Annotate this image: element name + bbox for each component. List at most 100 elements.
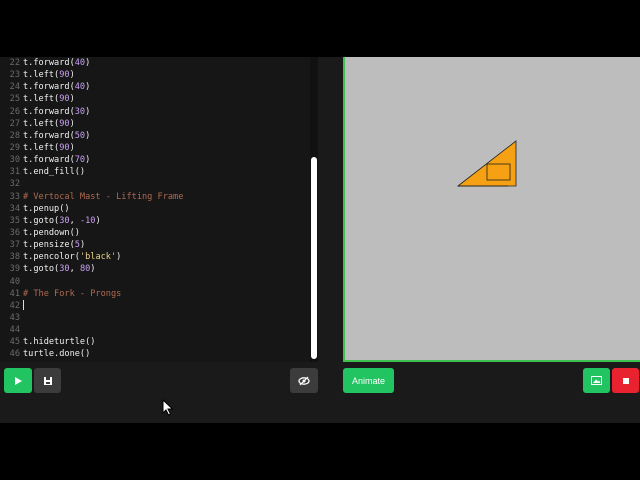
code-token: t.forward( — [23, 106, 75, 117]
line-number: 43 — [9, 312, 20, 323]
image-icon — [591, 376, 602, 385]
line-number: 37 — [9, 240, 20, 251]
code-line[interactable]: 24 t.forward(40) — [0, 81, 310, 93]
line-number: 38 — [9, 252, 20, 263]
code-line[interactable]: 28 t.forward(50) — [0, 130, 310, 142]
code-line[interactable]: 45 t.hideturtle() — [0, 336, 310, 348]
line-number: 26 — [9, 106, 20, 117]
export-image-button[interactable] — [583, 368, 610, 393]
toggle-view-button[interactable] — [290, 368, 318, 393]
code-token: ) — [85, 58, 91, 68]
code-token: ) — [69, 142, 75, 153]
code-token: # Vertocal Mast - Lifting Frame — [23, 191, 184, 202]
code-token: t.left( — [23, 142, 60, 153]
code-token: ) — [69, 94, 75, 105]
code-token: 30 — [59, 215, 70, 226]
line-number: 33 — [9, 191, 20, 202]
code-token: t.forward( — [23, 155, 75, 166]
code-line[interactable]: 25 t.left(90) — [0, 93, 310, 105]
code-line[interactable]: 26 t.forward(30) — [0, 106, 310, 118]
code-token: ) — [116, 252, 122, 263]
code-line[interactable]: 27 t.left(90) — [0, 118, 310, 130]
code-token: t.goto( — [23, 264, 60, 275]
line-number: 39 — [9, 264, 20, 275]
code-token: -10 — [79, 215, 96, 226]
text-cursor — [23, 300, 24, 311]
code-token: 'black' — [79, 252, 117, 263]
mouse-pointer-icon — [162, 399, 174, 416]
code-token: , — [69, 264, 80, 275]
code-token: 70 — [74, 155, 86, 166]
animate-button[interactable]: Animate — [343, 368, 394, 393]
line-number: 29 — [9, 142, 20, 153]
code-token: 90 — [59, 94, 70, 105]
code-line[interactable]: 22 t.forward(40) — [0, 57, 310, 69]
code-line[interactable]: 33 # Vertocal Mast - Lifting Frame — [0, 191, 310, 203]
code-line[interactable]: 44 — [0, 324, 310, 336]
line-number: 41 — [9, 288, 20, 299]
line-number: 45 — [9, 337, 20, 348]
code-line[interactable]: 35 t.goto(30, -10) — [0, 215, 310, 227]
code-line[interactable]: 23 t.left(90) — [0, 69, 310, 81]
code-token: t.forward( — [23, 58, 75, 68]
code-token: t.penup() — [23, 203, 70, 214]
code-token: t.pencolor( — [23, 252, 80, 263]
code-line[interactable]: 40 — [0, 276, 310, 288]
code-line[interactable]: 41 # The Fork - Prongs — [0, 288, 310, 300]
code-line[interactable]: 34 t.penup() — [0, 203, 310, 215]
code-token: ) — [85, 130, 91, 141]
code-token: 50 — [74, 130, 86, 141]
code-token: ) — [95, 215, 101, 226]
code-editor[interactable]: 22 t.forward(40) 23 t.left(90) 24 t.forward(4… — [0, 57, 310, 362]
code-token: 40 — [74, 58, 86, 68]
code-token: 90 — [59, 118, 70, 129]
line-number: 25 — [9, 94, 20, 105]
line-number: 46 — [9, 349, 20, 360]
line-number: 23 — [9, 70, 20, 81]
code-token: turtle.done() — [23, 349, 91, 360]
code-token: 90 — [59, 142, 70, 153]
line-number: 32 — [9, 179, 20, 190]
code-token: ) — [69, 70, 75, 81]
code-token: ) — [79, 240, 86, 251]
code-line[interactable]: 42 — [0, 300, 310, 312]
editor-scrollbar[interactable] — [310, 57, 318, 362]
code-line[interactable]: 36 t.pendown() — [0, 227, 310, 239]
line-number: 35 — [9, 215, 20, 226]
code-line[interactable]: 30 t.forward(70) — [0, 154, 310, 166]
line-number: 22 — [9, 58, 20, 68]
line-number: 44 — [9, 325, 20, 336]
line-number: 27 — [9, 118, 20, 129]
code-line[interactable]: 32 — [0, 178, 310, 190]
code-line[interactable]: 43 — [0, 312, 310, 324]
code-token: t.pensize( — [23, 240, 75, 251]
code-line[interactable]: 29 t.left(90) — [0, 142, 310, 154]
line-number: 24 — [9, 82, 20, 93]
save-button[interactable] — [34, 368, 61, 393]
code-line[interactable]: 38 t.pencolor('black') — [0, 251, 310, 263]
code-token: t.pendown() — [23, 227, 80, 238]
app-window: 22 t.forward(40) 23 t.left(90) 24 t.forward(4… — [0, 57, 640, 423]
save-icon — [43, 376, 52, 385]
code-token: t.hideturtle() — [23, 337, 96, 348]
play-icon — [15, 376, 22, 385]
code-token: ) — [85, 82, 91, 93]
code-token: 80 — [79, 264, 91, 275]
line-number: 34 — [9, 203, 20, 214]
stop-icon — [622, 377, 629, 384]
code-line[interactable]: 46 turtle.done() — [0, 348, 310, 360]
stop-button[interactable] — [612, 368, 639, 393]
code-token: t.left( — [23, 70, 60, 81]
code-token: ) — [85, 106, 91, 117]
code-line[interactable]: 39 t.goto(30, 80) — [0, 263, 310, 275]
run-button[interactable] — [4, 368, 32, 393]
code-token: t.left( — [23, 94, 60, 105]
code-token: , — [69, 215, 80, 226]
editor-scrollbar-thumb[interactable] — [311, 157, 317, 359]
line-number: 42 — [9, 300, 20, 311]
turtle-canvas — [343, 57, 640, 362]
code-token: t.goto( — [23, 215, 60, 226]
code-line[interactable]: 37 t.pensize(5) — [0, 239, 310, 251]
line-number: 40 — [9, 276, 20, 287]
code-line[interactable]: 31 t.end_fill() — [0, 166, 310, 178]
